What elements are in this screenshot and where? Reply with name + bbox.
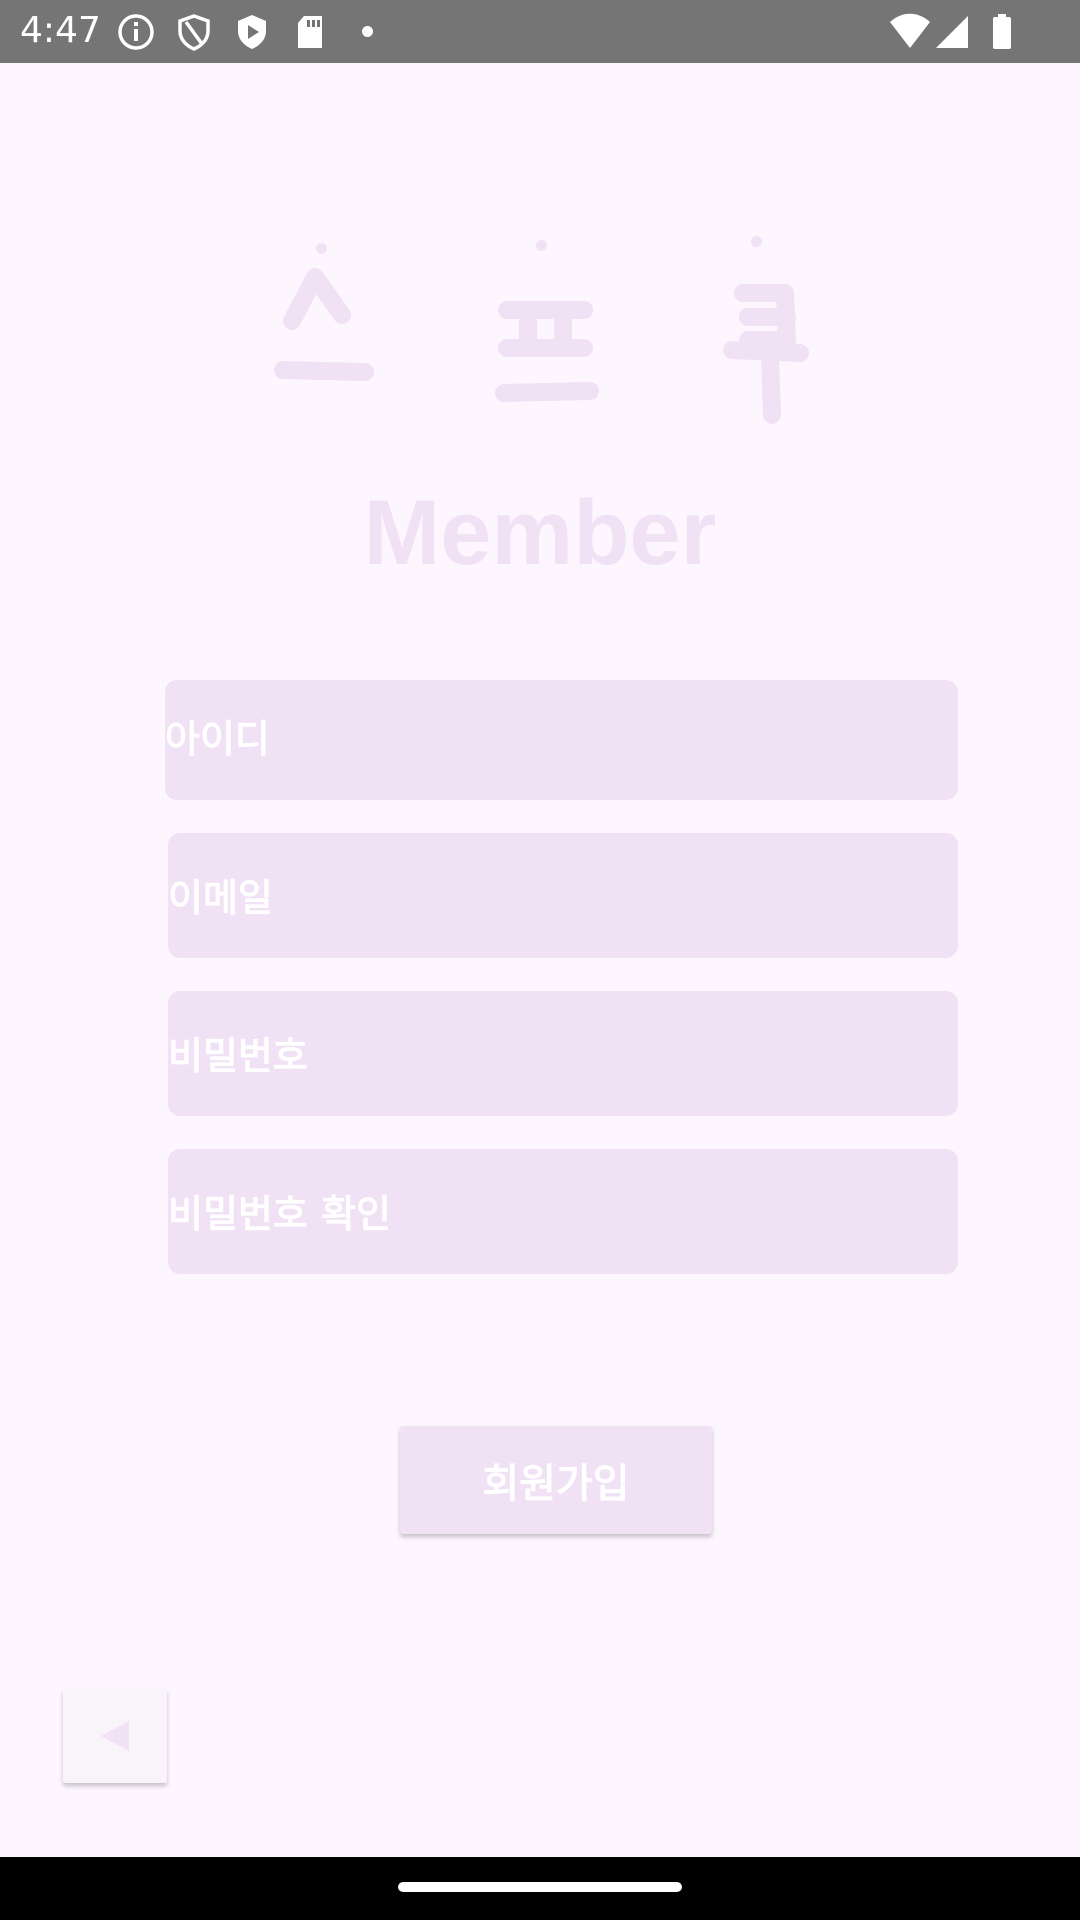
signup-button[interactable]: 회원가입 — [400, 1426, 712, 1534]
password-confirm-placeholder: 비밀번호 확인 — [168, 1192, 391, 1236]
shield-icon — [178, 14, 210, 51]
email-placeholder: 이메일 — [168, 876, 273, 920]
back-arrow-icon — [101, 1721, 129, 1751]
email-field[interactable]: 이메일 — [168, 833, 958, 958]
notification-dot-icon — [362, 26, 373, 37]
logo-wordmark — [274, 268, 809, 424]
password-field[interactable]: 비밀번호 — [168, 991, 958, 1116]
info-icon — [118, 14, 154, 50]
signup-button-label: 회원가입 — [482, 1461, 630, 1507]
status-time: 4:47 — [20, 10, 101, 51]
app-logo — [270, 225, 820, 425]
status-bar: 4:47 — [0, 0, 1080, 63]
sd-card-icon — [298, 16, 322, 48]
play-shield-icon — [238, 15, 266, 49]
password-confirm-field[interactable]: 비밀번호 확인 — [168, 1149, 958, 1274]
home-gesture-handle[interactable] — [398, 1882, 682, 1892]
wifi-icon — [890, 13, 930, 48]
battery-icon — [993, 14, 1011, 49]
id-placeholder: 아이디 — [165, 717, 270, 761]
page-title: Member — [363, 482, 717, 584]
password-placeholder: 비밀번호 — [168, 1034, 308, 1078]
signal-icon — [936, 16, 968, 48]
id-field[interactable]: 아이디 — [165, 680, 958, 800]
back-button[interactable] — [63, 1689, 167, 1783]
